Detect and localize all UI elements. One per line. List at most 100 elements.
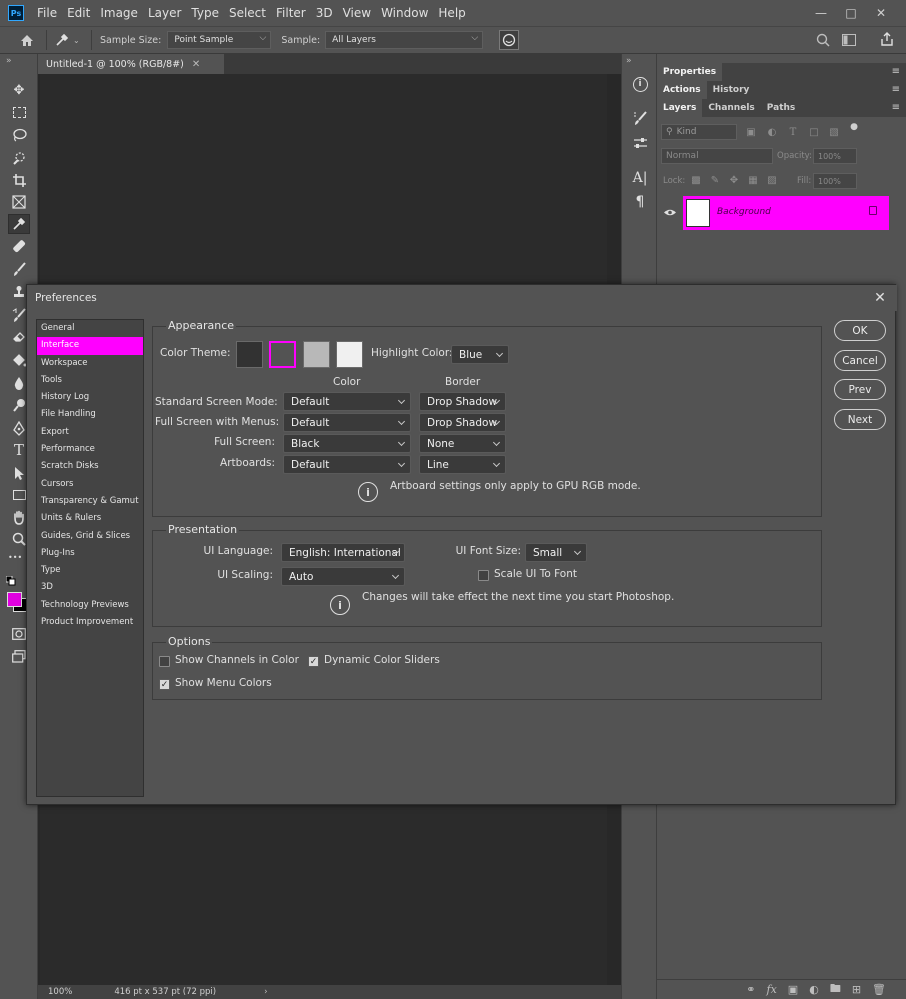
filter-pixel-icon[interactable]: ▣ xyxy=(744,125,758,139)
eyedropper-tool-icon[interactable] xyxy=(8,214,30,234)
standard-screen-color-select[interactable]: Default xyxy=(283,392,411,411)
visibility-eye-icon[interactable] xyxy=(663,207,677,220)
brush-settings-icon[interactable] xyxy=(630,108,650,128)
panel-menu-icon[interactable]: ≡ xyxy=(892,84,900,95)
minimize-icon[interactable]: — xyxy=(806,0,836,26)
add-mask-icon[interactable]: ▣ xyxy=(788,983,798,996)
ok-button[interactable]: OK xyxy=(834,320,886,341)
menu-image[interactable]: Image xyxy=(95,0,143,26)
share-icon[interactable] xyxy=(880,32,894,50)
theme-swatch-lightest[interactable] xyxy=(336,341,363,368)
ui-scaling-select[interactable]: Auto xyxy=(281,567,405,586)
nav-scratch-disks[interactable]: Scratch Disks xyxy=(37,458,143,475)
tab-actions[interactable]: Actions xyxy=(657,81,707,99)
ui-language-select[interactable]: English: International xyxy=(281,543,405,562)
filter-adjustment-icon[interactable]: ◐ xyxy=(765,125,779,139)
theme-swatch-dark[interactable] xyxy=(269,341,296,368)
status-menu-icon[interactable]: › xyxy=(264,987,267,997)
nav-performance[interactable]: Performance xyxy=(37,441,143,458)
menu-select[interactable]: Select xyxy=(224,0,271,26)
artboards-border-select[interactable]: Line xyxy=(419,455,506,474)
new-adjustment-icon[interactable]: ◐ xyxy=(809,983,819,996)
filter-smart-object-icon[interactable]: ▧ xyxy=(827,125,841,139)
menu-filter[interactable]: Filter xyxy=(271,0,311,26)
move-tool-icon[interactable]: ✥ xyxy=(8,80,30,100)
sample-size-select[interactable]: Point Sample xyxy=(167,31,272,49)
show-menu-colors-checkbox[interactable]: ✓ xyxy=(159,679,170,690)
prev-button[interactable]: Prev xyxy=(834,379,886,400)
highlight-color-select[interactable]: Blue xyxy=(451,345,509,364)
nav-product-improvement[interactable]: Product Improvement xyxy=(37,614,143,631)
cancel-button[interactable]: Cancel xyxy=(834,350,886,371)
panel-menu-icon[interactable]: ≡ xyxy=(892,102,900,113)
full-screen-color-select[interactable]: Black xyxy=(283,434,411,453)
sample-ring-icon[interactable] xyxy=(499,30,520,50)
lasso-tool-icon[interactable] xyxy=(8,125,30,145)
nav-tools[interactable]: Tools xyxy=(37,372,143,389)
menu-view[interactable]: View xyxy=(338,0,376,26)
blend-mode-select[interactable]: Normal xyxy=(661,148,773,164)
close-window-icon[interactable]: ✕ xyxy=(866,0,896,26)
nav-export[interactable]: Export xyxy=(37,424,143,441)
close-icon[interactable]: ✕ xyxy=(871,289,889,307)
crop-tool-icon[interactable] xyxy=(8,170,30,190)
link-layers-icon[interactable]: ⚭ xyxy=(746,983,755,996)
lock-all-icon[interactable]: ▨ xyxy=(765,173,779,187)
nav-guides-grid-slices[interactable]: Guides, Grid & Slices xyxy=(37,528,143,545)
layer-filter-kind[interactable]: ⚲ Kind xyxy=(661,124,737,140)
collapse-icon[interactable]: » xyxy=(6,56,12,66)
menu-edit[interactable]: Edit xyxy=(62,0,95,26)
full-screen-border-select[interactable]: None xyxy=(419,434,506,453)
opacity-input[interactable]: 100% xyxy=(813,148,857,164)
nav-units-rulers[interactable]: Units & Rulers xyxy=(37,510,143,527)
fx-icon[interactable]: fx xyxy=(767,983,777,996)
lock-position-icon[interactable]: ✥ xyxy=(727,173,741,187)
marquee-tool-icon[interactable] xyxy=(8,102,30,122)
tab-history[interactable]: History xyxy=(707,81,756,99)
search-icon[interactable] xyxy=(816,33,830,50)
default-colors-icon[interactable] xyxy=(5,575,16,589)
menu-type[interactable]: Type xyxy=(186,0,224,26)
home-icon[interactable] xyxy=(14,34,40,47)
tab-paths[interactable]: Paths xyxy=(761,99,802,117)
nav-cursors[interactable]: Cursors xyxy=(37,476,143,493)
lock-transparent-icon[interactable]: ▩ xyxy=(689,173,703,187)
lock-artboard-icon[interactable]: ▦ xyxy=(746,173,760,187)
delete-layer-icon[interactable]: 🗑 xyxy=(872,983,886,996)
fill-input[interactable]: 100% xyxy=(813,173,857,189)
nav-technology-previews[interactable]: Technology Previews xyxy=(37,597,143,614)
nav-transparency-gamut[interactable]: Transparency & Gamut xyxy=(37,493,143,510)
tab-properties[interactable]: Properties xyxy=(657,63,723,81)
character-panel-icon[interactable]: A| xyxy=(630,168,650,188)
expand-panels-icon[interactable]: » xyxy=(626,56,632,66)
new-layer-icon[interactable]: ⊞ xyxy=(852,983,861,996)
nav-workspace[interactable]: Workspace xyxy=(37,355,143,372)
quick-selection-tool-icon[interactable] xyxy=(8,148,30,168)
eyedropper-preset-icon[interactable]: ⌄ xyxy=(55,33,85,47)
menu-file[interactable]: File xyxy=(32,0,62,26)
document-tab[interactable]: Untitled-1 @ 100% (RGB/8#) ✕ xyxy=(38,54,224,74)
full-screen-menus-border-select[interactable]: Drop Shadow xyxy=(419,413,506,432)
sample-select[interactable]: All Layers xyxy=(325,31,484,49)
dynamic-sliders-checkbox[interactable]: ✓ xyxy=(308,656,319,667)
nav-history-log[interactable]: History Log xyxy=(37,389,143,406)
adjustments-icon[interactable] xyxy=(630,133,650,153)
zoom-level[interactable]: 100% xyxy=(48,987,72,997)
nav-plug-ins[interactable]: Plug-Ins xyxy=(37,545,143,562)
menu-3d[interactable]: 3D xyxy=(311,0,338,26)
filter-type-icon[interactable]: T xyxy=(786,125,800,139)
menu-help[interactable]: Help xyxy=(433,0,470,26)
brush-tool-icon[interactable] xyxy=(8,259,30,279)
more-tools-icon[interactable]: ••• xyxy=(8,553,22,562)
frame-tool-icon[interactable] xyxy=(8,192,30,212)
tab-layers[interactable]: Layers xyxy=(657,99,703,117)
nav-general[interactable]: General xyxy=(37,320,143,337)
paragraph-panel-icon[interactable]: ¶ xyxy=(630,192,650,212)
theme-swatch-light[interactable] xyxy=(303,341,330,368)
filter-toggle-icon[interactable]: ● xyxy=(847,120,861,134)
menu-layer[interactable]: Layer xyxy=(143,0,186,26)
tab-channels[interactable]: Channels xyxy=(702,99,760,117)
workspace-icon[interactable] xyxy=(842,34,856,49)
new-group-icon[interactable]: 🖿 xyxy=(830,980,841,999)
show-channels-checkbox[interactable] xyxy=(159,656,170,667)
